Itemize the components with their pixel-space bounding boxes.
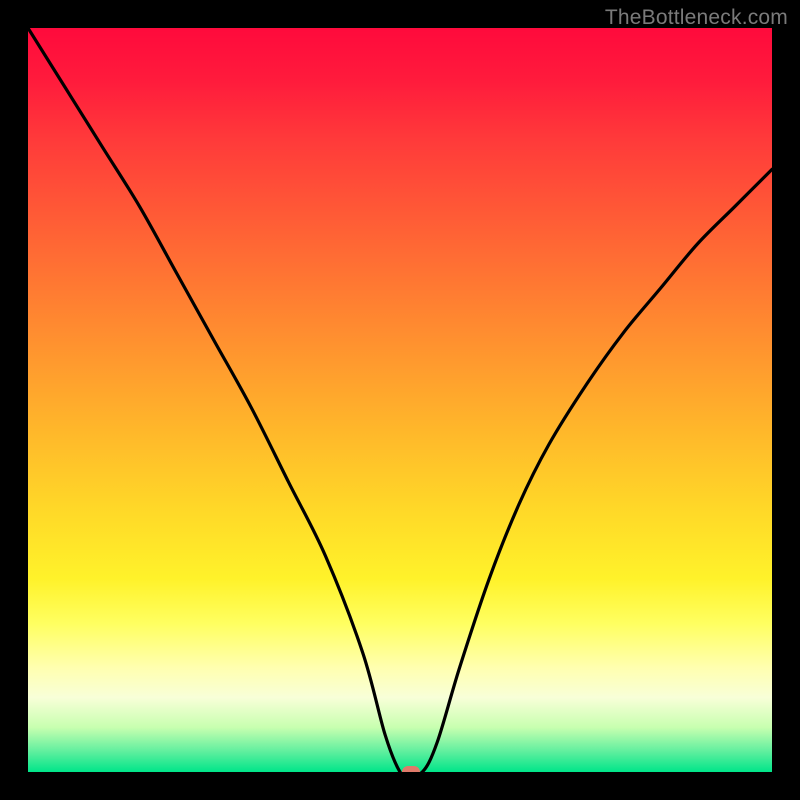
curve-path <box>28 28 772 772</box>
watermark-text: TheBottleneck.com <box>605 6 788 30</box>
plot-area <box>28 28 772 772</box>
chart-frame: TheBottleneck.com <box>0 0 800 800</box>
optimum-marker <box>402 766 420 772</box>
bottleneck-curve <box>28 28 772 772</box>
